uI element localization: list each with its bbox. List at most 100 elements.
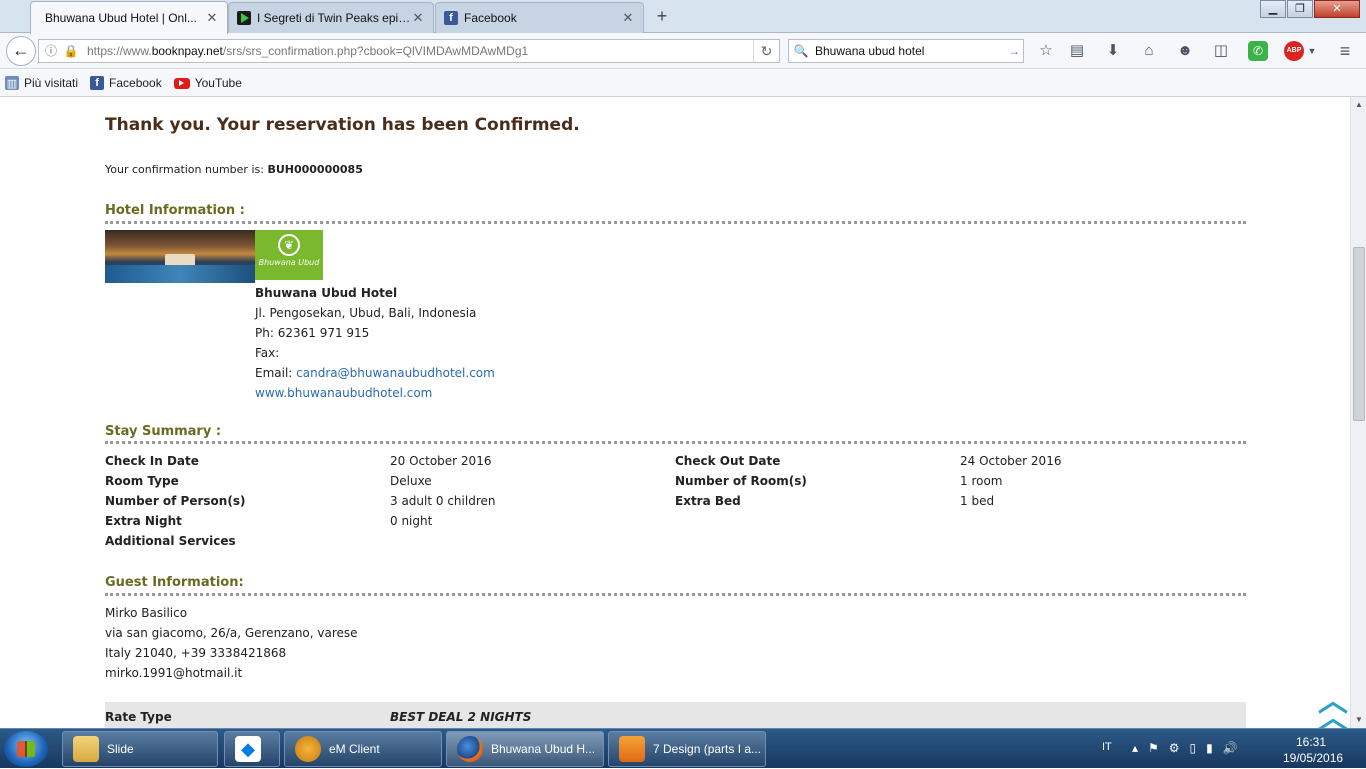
check-out-label: Check Out Date xyxy=(675,454,781,468)
menu-icon[interactable]: ≡ xyxy=(1335,41,1355,61)
most-visited-icon: ▥ xyxy=(5,76,19,90)
rate-type-label: Rate Type xyxy=(105,710,172,724)
bookmark-label: Facebook xyxy=(109,76,162,90)
bookmarks-toolbar: ▥ Più visitati f Facebook YouTube xyxy=(0,70,1366,97)
rate-type-value: BEST DEAL 2 NIGHTS xyxy=(390,710,532,724)
reload-icon[interactable]: ↻ xyxy=(753,40,779,62)
navigation-toolbar: ← ⓘ 🔒 https://www.booknpay.net/srs/srs_c… xyxy=(0,33,1366,69)
windows-taskbar: Slide eM Client Bhuwana Ubud H... 7 Desi… xyxy=(0,728,1366,768)
hotel-photo xyxy=(105,230,255,283)
scroll-down-arrow-icon[interactable]: ▼ xyxy=(1351,712,1366,728)
lock-icon[interactable]: 🔒 xyxy=(63,43,79,59)
search-input[interactable]: Bhuwana ubud hotel xyxy=(815,44,1005,58)
whatsapp-icon[interactable]: ✆ xyxy=(1248,41,1268,61)
guest-details: Mirko Basilico via san giacomo, 26/a, Ge… xyxy=(105,603,358,683)
close-window-button[interactable]: ✕ xyxy=(1314,0,1360,18)
start-button[interactable] xyxy=(4,731,48,767)
scroll-up-arrow-icon[interactable]: ▲ xyxy=(1351,97,1366,113)
scroll-thumb[interactable] xyxy=(1353,247,1365,421)
task-label: eM Client xyxy=(329,742,380,756)
tab-bhuwana-hotel[interactable]: Bhuwana Ubud Hotel | Onl... ✕ xyxy=(30,1,228,34)
section-divider xyxy=(105,221,1246,224)
confirmation-line: Your confirmation number is: BUH00000008… xyxy=(105,163,363,176)
extra-bed-value: 1 bed xyxy=(960,494,995,508)
task-label: 7 Design (parts I a... xyxy=(653,742,762,756)
room-type-value: Deluxe xyxy=(390,474,432,488)
search-field[interactable]: 🔍 Bhuwana ubud hotel → xyxy=(788,39,1024,63)
language-indicator[interactable]: IT xyxy=(1102,741,1112,753)
bookmark-label: YouTube xyxy=(194,76,242,90)
tray-icons[interactable]: ▴⚑⚙▯▮🔊 xyxy=(1132,741,1248,755)
minimize-button[interactable]: ▁ xyxy=(1260,0,1286,18)
page-viewport: Thank you. Your reservation has been Con… xyxy=(0,97,1350,728)
num-rooms-label: Number of Room(s) xyxy=(675,474,807,488)
bookmark-most-visited[interactable]: ▥ Più visitati xyxy=(5,76,78,90)
youtube-icon xyxy=(173,77,190,89)
close-tab-icon[interactable]: ✕ xyxy=(621,10,635,26)
rate-type-row: Rate Type BEST DEAL 2 NIGHTS xyxy=(105,702,1246,728)
back-button[interactable]: ← xyxy=(6,36,36,66)
confirmation-number: BUH000000085 xyxy=(267,163,363,176)
stay-section-title: Stay Summary : xyxy=(105,424,222,439)
close-tab-icon[interactable]: ✕ xyxy=(411,10,425,26)
leaf-icon: ❦ xyxy=(278,234,300,256)
guest-email: mirko.1991@hotmail.it xyxy=(105,666,243,680)
bookmark-youtube[interactable]: YouTube xyxy=(173,76,242,90)
new-tab-button[interactable]: + xyxy=(645,4,679,28)
emclient-icon xyxy=(295,736,321,762)
hotel-website-link[interactable]: www.bhuwanaubudhotel.com xyxy=(255,386,432,400)
maximize-button[interactable]: ❐ xyxy=(1287,0,1313,18)
tab-label: Facebook xyxy=(464,11,517,25)
downloads-icon[interactable]: ⬇ xyxy=(1103,41,1123,61)
pocket-icon[interactable]: ◫ xyxy=(1211,41,1231,61)
task-label: Slide xyxy=(107,742,134,756)
chevron-down-icon[interactable]: ▼ xyxy=(1302,41,1322,61)
bookmark-facebook[interactable]: f Facebook xyxy=(90,76,162,90)
clock-date[interactable]: 19/05/2016 xyxy=(1283,751,1343,765)
num-rooms-value: 1 room xyxy=(960,474,1003,488)
check-in-label: Check In Date xyxy=(105,454,199,468)
adblock-plus-icon[interactable]: ABP xyxy=(1284,41,1304,61)
check-in-value: 20 October 2016 xyxy=(390,454,492,468)
hotel-email-line: Email: candra@bhuwanaubudhotel.com xyxy=(255,363,495,383)
play-favicon-icon xyxy=(237,11,251,25)
confirmation-prefix: Your confirmation number is: xyxy=(105,163,268,176)
folder-icon xyxy=(73,736,99,762)
clock-time[interactable]: 16:31 xyxy=(1296,735,1326,749)
search-go-icon[interactable]: → xyxy=(1005,44,1023,58)
taskbar-item-emclient[interactable]: eM Client xyxy=(284,731,442,767)
info-icon[interactable]: ⓘ xyxy=(43,43,59,59)
page-title: Thank you. Your reservation has been Con… xyxy=(105,115,580,135)
scroll-to-top-icon[interactable]: ︿ ︿ xyxy=(1318,687,1348,729)
hotel-email-link[interactable]: candra@bhuwanaubudhotel.com xyxy=(296,366,495,380)
taskbar-item-firefox[interactable]: Bhuwana Ubud H... xyxy=(446,731,604,767)
tab-twin-peaks[interactable]: I Segreti di Twin Peaks epis... ✕ xyxy=(228,2,434,33)
close-tab-icon[interactable]: ✕ xyxy=(205,10,219,26)
hello-icon[interactable]: ☻ xyxy=(1175,41,1195,61)
url-text[interactable]: https://www.booknpay.net/srs/srs_confirm… xyxy=(87,44,753,58)
email-label: Email: xyxy=(255,366,297,380)
hotel-phone: Ph: 62361 971 915 xyxy=(255,326,370,340)
hotel-section-title: Hotel Information : xyxy=(105,203,245,218)
bookmark-star-icon[interactable]: ☆ xyxy=(1036,41,1056,61)
persons-value: 3 adult 0 children xyxy=(390,494,496,508)
browser-tab-strip: Bhuwana Ubud Hotel | Onl... ✕ I Segreti … xyxy=(0,0,1366,34)
guest-name: Mirko Basilico xyxy=(105,606,188,620)
home-icon[interactable]: ⌂ xyxy=(1139,41,1159,61)
tab-facebook[interactable]: f Facebook ✕ xyxy=(435,2,644,33)
facebook-icon: f xyxy=(90,76,105,90)
persons-label: Number of Person(s) xyxy=(105,494,246,508)
url-bar[interactable]: ⓘ 🔒 https://www.booknpay.net/srs/srs_con… xyxy=(38,39,780,63)
hotel-name: Bhuwana Ubud Hotel xyxy=(255,286,398,300)
taskbar-item-dropbox[interactable] xyxy=(224,731,280,767)
task-label: Bhuwana Ubud H... xyxy=(491,742,596,756)
vertical-scrollbar[interactable]: ▲ ▼ xyxy=(1350,97,1366,728)
taskbar-item-slide[interactable]: Slide xyxy=(62,731,218,767)
section-divider xyxy=(105,441,1246,444)
reading-list-icon[interactable]: ▤ xyxy=(1067,41,1087,61)
hotel-fax: Fax: xyxy=(255,346,280,360)
system-tray: IT ▴⚑⚙▯▮🔊 16:31 19/05/2016 xyxy=(1100,729,1366,769)
url-domain: booknpay.net xyxy=(151,44,223,58)
taskbar-item-pdf[interactable]: 7 Design (parts I a... xyxy=(608,731,766,767)
hotel-details: Bhuwana Ubud Hotel Jl. Pengosekan, Ubud,… xyxy=(255,283,495,403)
